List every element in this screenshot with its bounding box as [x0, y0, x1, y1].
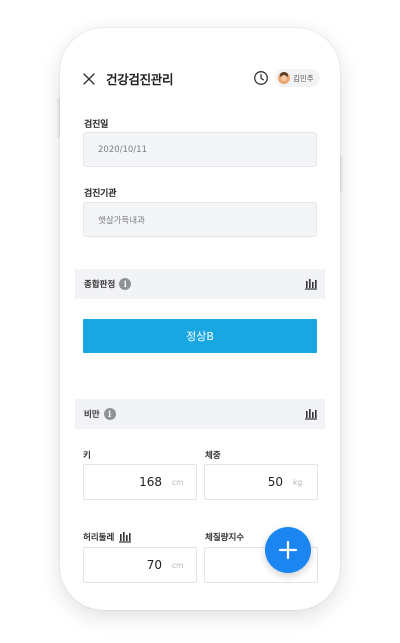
weight-unit: kg — [293, 477, 303, 487]
bmi-label: 체질량지수 — [205, 531, 244, 543]
waist-value: 70 — [146, 558, 162, 572]
add-fab-button[interactable] — [265, 527, 311, 573]
height-unit: cm — [172, 477, 184, 487]
institution-label: 검진기관 — [84, 189, 117, 199]
exam-date-label: 검진일 — [84, 120, 109, 130]
institution-field[interactable]: 햇살가득내과 — [83, 202, 317, 237]
avatar — [278, 72, 290, 84]
exam-date-value: 2020/10/11 — [98, 144, 147, 155]
app-screen: 건강검진관리 김민주 검진일 2020/10/11 검진기관 햇살가득내과 종합… — [60, 28, 340, 610]
weight-value: 50 — [267, 475, 283, 489]
weight-label-text: 체중 — [205, 451, 221, 461]
close-icon[interactable] — [82, 72, 96, 86]
info-icon[interactable]: i — [119, 278, 132, 290]
user-profile-chip[interactable]: 김민주 — [275, 69, 320, 87]
overall-judgment-section: 종합판정 i — [75, 269, 325, 299]
institution-value: 햇살가득내과 — [98, 215, 145, 226]
overall-result-button[interactable]: 정상B — [83, 319, 317, 353]
obesity-section-title: 비만 — [84, 410, 100, 420]
waist-label-text: 허리둘레 — [83, 533, 115, 543]
app-header: 건강검진관리 김민주 — [60, 66, 340, 90]
waist-input[interactable]: 70 cm — [83, 547, 197, 583]
stage: 건강검진관리 김민주 검진일 2020/10/11 검진기관 햇살가득내과 종합… — [0, 0, 400, 643]
info-icon[interactable]: i — [103, 408, 116, 420]
clock-icon[interactable] — [253, 70, 269, 86]
user-name: 김민주 — [293, 73, 314, 83]
height-value: 168 — [139, 475, 162, 489]
waist-label: 허리둘레 — [83, 531, 132, 543]
height-label: 키 — [83, 449, 91, 461]
page-title: 건강검진관리 — [106, 72, 174, 87]
exam-date-field[interactable]: 2020/10/11 — [83, 132, 317, 167]
weight-input[interactable]: 50 kg — [204, 464, 318, 500]
phone-frame: 건강검진관리 김민주 검진일 2020/10/11 검진기관 햇살가득내과 종합… — [60, 28, 340, 610]
overall-section-title: 종합판정 — [84, 280, 116, 290]
bar-chart-icon[interactable] — [119, 531, 132, 543]
obesity-section: 비만 i — [75, 399, 325, 429]
bar-chart-icon[interactable] — [305, 408, 317, 420]
waist-unit: cm — [172, 560, 184, 570]
plus-icon — [278, 540, 298, 560]
weight-label: 체중 — [205, 449, 221, 461]
bmi-label-text: 체질량지수 — [205, 533, 245, 543]
overall-result-label: 정상B — [186, 330, 214, 343]
height-label-text: 키 — [83, 451, 91, 461]
height-input[interactable]: 168 cm — [83, 464, 197, 500]
bar-chart-icon[interactable] — [305, 278, 317, 290]
